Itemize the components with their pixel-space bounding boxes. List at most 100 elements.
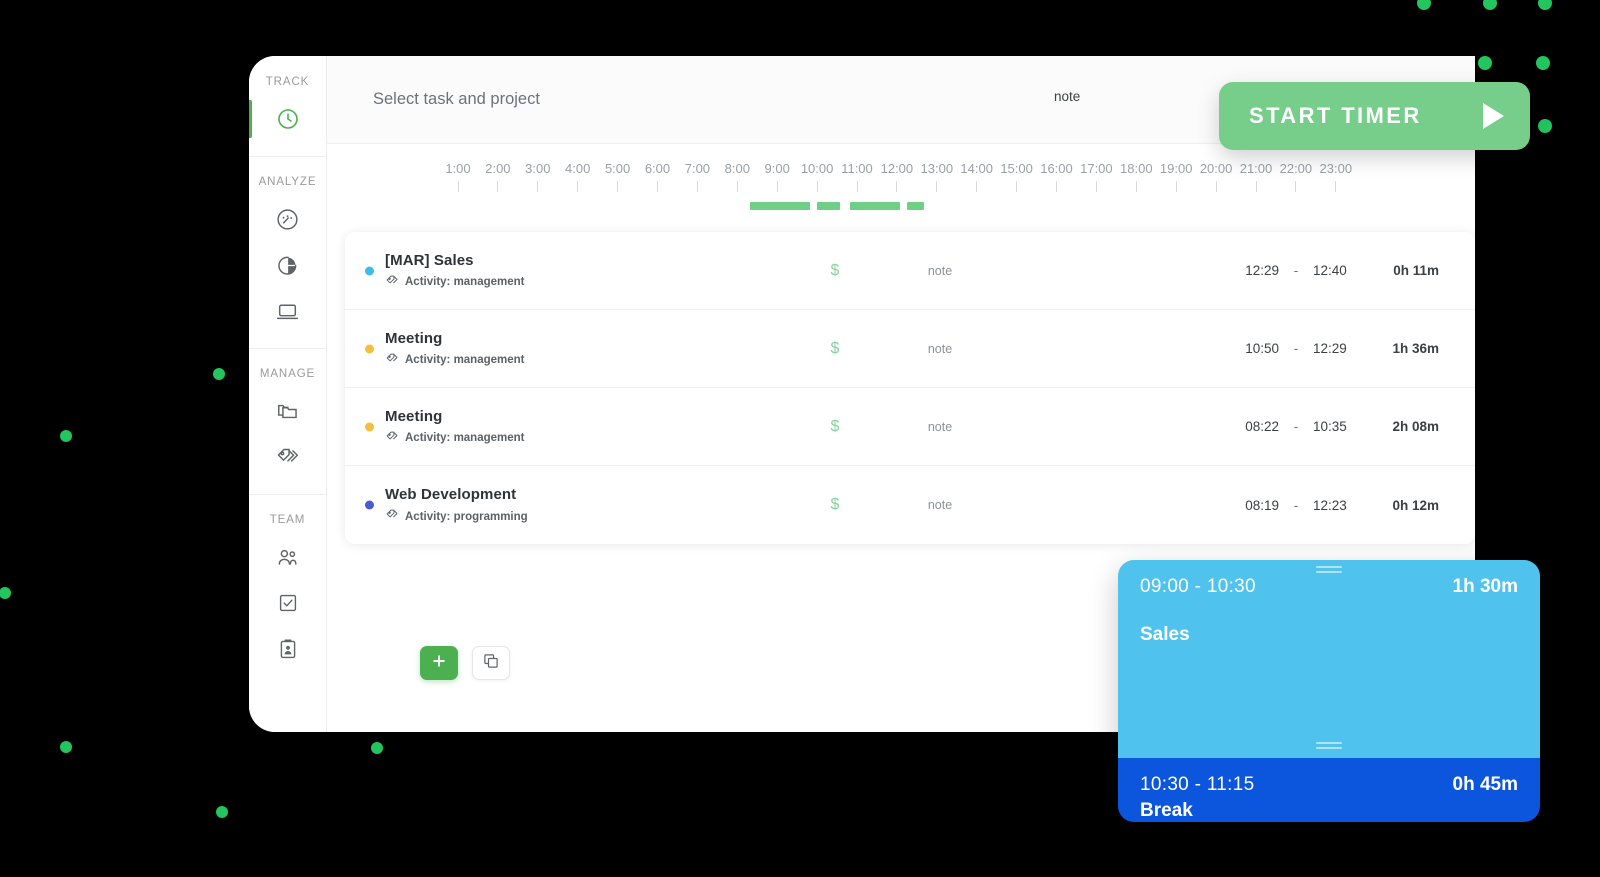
entry-end-time[interactable]: 12:23 [1313,498,1365,513]
entry-note[interactable]: note [865,498,1015,512]
ruler-tick-mark [1135,181,1137,192]
entry-duration: 0h 12m [1392,497,1439,513]
sidebar-item-timer[interactable] [249,96,326,142]
sidebar-item-tags[interactable] [249,434,326,480]
ruler-tick-label: 19:00 [1159,161,1193,176]
sidebar-item-dashboard[interactable] [249,196,326,242]
entry-activity[interactable]: Activity: management [385,430,805,447]
calendar-card: 09:00 - 10:30 1h 30m Sales 10:30 - 11:15… [1118,560,1540,822]
sidebar-item-timesheets[interactable] [249,626,326,672]
entry-activity[interactable]: Activity: management [385,352,805,369]
ruler-tick: 19:00 [1154,162,1198,192]
decor-dot [216,806,228,818]
sidebar-item-reports[interactable] [249,242,326,288]
billable-indicator[interactable]: $ [805,496,865,514]
entry-times: 12:29-12:40 0h 11m [1227,263,1475,278]
entry-end-time[interactable]: 12:40 [1313,263,1365,278]
entry-note[interactable]: note [865,342,1015,356]
entry-duration: 0h 11m [1393,263,1439,278]
decor-dot [1417,0,1431,10]
time-separator: - [1293,263,1299,278]
ruler-tick-label: 5:00 [604,161,631,176]
timeline-bar[interactable] [749,202,811,210]
ruler-tick: 8:00 [715,162,759,192]
calendar-block-time: 09:00 - 10:30 [1140,576,1256,597]
entry-end-time[interactable]: 12:29 [1313,341,1365,356]
entry-activity-label: Activity: management [405,432,525,444]
ruler-tick: 13:00 [915,162,959,192]
add-entry-button[interactable] [420,646,458,680]
calendar-block-sales[interactable]: 09:00 - 10:30 1h 30m Sales [1118,560,1540,758]
clipboard-user-icon [276,637,300,661]
sidebar-group-label-analyze: ANALYZE [258,176,317,188]
entry-main: Meeting Activity: management [385,329,805,369]
ruler-tick-mark [617,181,619,192]
table-row[interactable]: Meeting Activity: management $ note 10:50-12… [345,310,1475,388]
billable-indicator[interactable]: $ [805,418,865,436]
entry-activity-label: Activity: management [405,354,525,366]
entry-title[interactable]: Meeting [385,329,805,348]
entry-end-time[interactable]: 10:35 [1313,419,1365,434]
ruler-tick: 4:00 [556,162,600,192]
ruler-tick-label: 16:00 [1040,161,1073,176]
copy-icon [482,652,500,675]
sidebar-item-apps[interactable] [249,288,326,334]
pie-chart-icon [275,253,300,278]
ruler-tick-mark [1056,181,1057,192]
entry-start-time[interactable]: 12:29 [1227,263,1279,278]
ruler-tick: 20:00 [1194,162,1238,192]
sidebar-group-team: TEAM [249,494,326,672]
entry-title[interactable]: Meeting [385,407,805,426]
time-separator: - [1293,497,1299,513]
timeline-bar[interactable] [906,202,924,210]
ruler-tick-mark [497,181,499,192]
entry-start-time[interactable]: 08:19 [1227,498,1279,513]
timeline-bar[interactable] [850,202,901,210]
entry-times: 10:50-12:29 1h 36m [1227,341,1475,356]
ruler-tick: 1:00 [436,162,480,192]
ruler-tick-label: 20:00 [1199,161,1233,176]
sidebar-item-projects[interactable] [249,388,326,434]
entry-start-time[interactable]: 10:50 [1227,341,1279,356]
entry-start-time[interactable]: 08:22 [1227,419,1279,434]
users-icon [275,545,300,570]
entry-title[interactable]: [MAR] Sales [385,251,805,270]
calendar-block-break[interactable]: 10:30 - 11:15 0h 45m Break [1118,758,1540,822]
ruler-tick-mark [1215,181,1217,192]
entry-note[interactable]: note [865,264,1015,278]
ruler-tick-mark [577,181,579,192]
play-icon [1483,103,1504,129]
sidebar: TRACK ANALYZE MANAGE TEAM [249,56,327,732]
ruler-tick: 12:00 [875,162,919,192]
billable-indicator[interactable]: $ [805,340,865,358]
timeline-ruler: 1:00 2:00 3:00 4:00 5:00 6:00 7:00 8:00 9:00 10:0… [327,144,1475,210]
start-timer-button[interactable]: START TIMER [1219,82,1530,150]
decor-dot [1483,0,1497,10]
ruler-tick-label: 15:00 [1000,161,1033,176]
calendar-block-time: 10:30 - 11:15 [1140,774,1255,795]
select-task-input[interactable]: Select task and project [373,90,540,109]
topbar-note-field[interactable]: note [1054,89,1080,104]
ruler-tick-label: 18:00 [1120,161,1153,176]
decor-dot [1536,56,1550,70]
tags-icon [275,445,300,470]
sidebar-group-label-team: TEAM [269,514,306,526]
entry-title[interactable]: Web Development [385,485,805,504]
table-row[interactable]: Web Development Activity: programming $ not… [345,466,1475,544]
laptop-icon [275,299,300,324]
ruler-tick-label: 14:00 [960,161,993,176]
entry-note[interactable]: note [865,420,1015,434]
table-row[interactable]: [MAR] Sales Activity: management $ note 12:2… [345,232,1475,310]
timeline-bar[interactable] [817,202,841,210]
table-row[interactable]: Meeting Activity: management $ note 08:22-10… [345,388,1475,466]
billable-indicator[interactable]: $ [805,262,865,280]
entry-activity[interactable]: Activity: programming [385,508,805,525]
ruler-tick-mark [696,181,698,192]
tag-icon [385,352,399,369]
duplicate-entry-button[interactable] [472,646,510,680]
sidebar-item-people[interactable] [249,534,326,580]
decor-dot [1538,119,1552,133]
entry-activity[interactable]: Activity: management [385,274,805,291]
folders-icon [275,399,300,424]
sidebar-item-approvals[interactable] [249,580,326,626]
